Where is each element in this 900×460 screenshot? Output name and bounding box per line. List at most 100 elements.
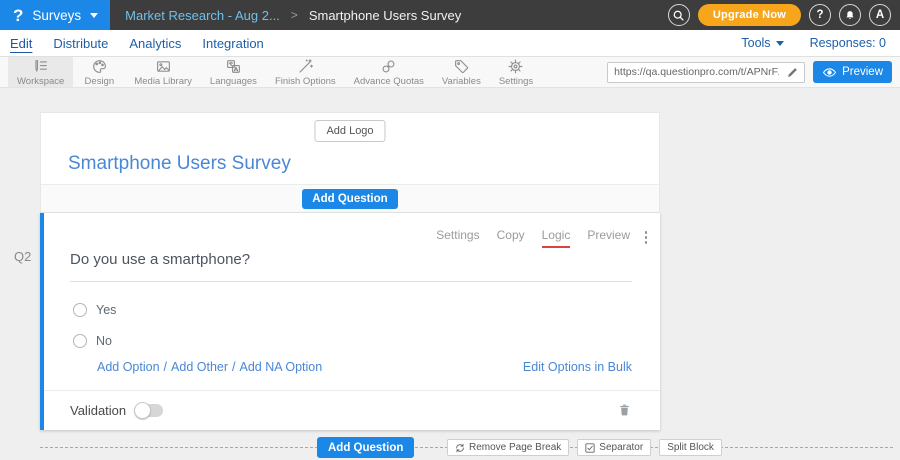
add-question-button-top[interactable]: Add Question xyxy=(302,189,397,209)
option-actions-row: Add Option / Add Other / Add NA Option E… xyxy=(97,360,632,374)
add-na-option-link[interactable]: Add NA Option xyxy=(240,360,323,374)
survey-title[interactable]: Smartphone Users Survey xyxy=(68,153,291,175)
survey-canvas: Q2 Add Logo Smartphone Users Survey Add … xyxy=(0,88,900,460)
section-nav: Edit Distribute Analytics Integration To… xyxy=(0,30,900,57)
toolbar-item-design[interactable]: Design xyxy=(73,57,125,87)
radio-button[interactable] xyxy=(73,334,87,348)
breadcrumb-current: Smartphone Users Survey xyxy=(309,8,461,23)
survey-header: Add Logo Smartphone Users Survey Add Que… xyxy=(40,112,660,213)
search-button[interactable] xyxy=(668,4,690,26)
question-footer: Validation xyxy=(70,399,632,421)
tab-distribute[interactable]: Distribute xyxy=(53,36,108,51)
link-separator: / xyxy=(232,360,235,374)
question-more-menu[interactable] xyxy=(643,229,650,246)
answer-option-label[interactable]: Yes xyxy=(96,303,116,317)
remove-page-break-label: Remove Page Break xyxy=(469,442,561,453)
dot xyxy=(645,236,648,239)
tab-analytics[interactable]: Analytics xyxy=(129,36,181,51)
caret-down-icon xyxy=(776,41,784,46)
remove-page-break-button[interactable]: Remove Page Break xyxy=(447,439,569,456)
tools-label: Tools xyxy=(741,36,770,50)
separator-button[interactable]: Separator xyxy=(577,439,651,456)
question-tab-logic[interactable]: Logic xyxy=(542,228,571,248)
edit-options-in-bulk-link[interactable]: Edit Options in Bulk xyxy=(523,360,632,374)
validation-label: Validation xyxy=(70,403,126,418)
question-tabs: Settings Copy Logic Preview xyxy=(436,228,630,248)
toolbar-item-label: Design xyxy=(85,76,115,87)
toolbar-item-finish-options[interactable]: Finish Options xyxy=(266,57,345,87)
toolbar-item-workspace[interactable]: Workspace xyxy=(8,57,73,87)
translate-icon xyxy=(225,58,242,75)
survey-card: Add Logo Smartphone Users Survey Add Que… xyxy=(40,112,660,430)
dot xyxy=(645,231,648,234)
upgrade-now-button[interactable]: Upgrade Now xyxy=(698,4,801,26)
question-text[interactable]: Do you use a smartphone? xyxy=(70,251,632,282)
page-break-row: Add Question Remove Page Break Separator xyxy=(40,437,893,459)
survey-url-input[interactable] xyxy=(608,66,781,78)
survey-url-box xyxy=(607,62,805,83)
search-icon xyxy=(672,9,685,22)
tag-icon xyxy=(453,58,470,75)
navbar-right: Tools Responses: 0 xyxy=(741,36,890,50)
toolbar-right: Preview xyxy=(607,57,900,87)
question-block: Settings Copy Logic Preview Do you use a… xyxy=(40,213,660,430)
toolbar-item-label: Settings xyxy=(499,76,533,87)
product-switcher[interactable]: ? Surveys xyxy=(0,0,110,30)
answer-option-row: Yes xyxy=(73,303,116,317)
separator-label: Separator xyxy=(599,442,643,453)
question-tab-settings[interactable]: Settings xyxy=(436,228,479,248)
responses-count[interactable]: Responses: 0 xyxy=(810,36,886,50)
add-question-button-bottom[interactable]: Add Question xyxy=(317,437,414,458)
toolbar-item-label: Workspace xyxy=(17,76,64,87)
question-tab-preview[interactable]: Preview xyxy=(587,228,630,248)
question-footer-divider xyxy=(44,390,660,391)
toolbar-item-advance-quotas[interactable]: Advance Quotas xyxy=(345,57,433,87)
image-icon xyxy=(155,58,172,75)
add-logo-button[interactable]: Add Logo xyxy=(314,120,385,142)
breadcrumb-parent[interactable]: Market Research - Aug 2... xyxy=(125,8,280,23)
toggle-knob xyxy=(134,402,151,419)
preview-label: Preview xyxy=(842,66,883,78)
gear-icon xyxy=(507,58,524,75)
eye-icon xyxy=(822,67,837,78)
toolbar-item-variables[interactable]: Variables xyxy=(433,57,490,87)
notifications-button[interactable] xyxy=(839,4,861,26)
toolbar-item-languages[interactable]: Languages xyxy=(201,57,266,87)
split-block-button[interactable]: Split Block xyxy=(659,439,722,456)
preview-button[interactable]: Preview xyxy=(813,61,892,83)
dot xyxy=(645,241,648,244)
account-avatar[interactable]: A xyxy=(869,4,891,26)
editor-toolbar: Workspace Design Media Library xyxy=(0,57,900,88)
question-mark-icon: ? xyxy=(816,9,823,21)
breadcrumb-separator: > xyxy=(291,8,298,22)
add-other-link[interactable]: Add Other xyxy=(171,360,228,374)
delete-question-button[interactable] xyxy=(617,402,632,418)
toolbar-item-settings[interactable]: Settings xyxy=(490,57,542,87)
validation-toggle[interactable] xyxy=(136,404,163,417)
toolbar-item-label: Variables xyxy=(442,76,481,87)
tab-integration[interactable]: Integration xyxy=(202,36,263,51)
edit-url-button[interactable] xyxy=(781,66,804,79)
pencil-icon xyxy=(786,66,799,79)
tab-edit[interactable]: Edit xyxy=(10,36,32,51)
answer-option-label[interactable]: No xyxy=(96,334,112,348)
help-button[interactable]: ? xyxy=(809,4,831,26)
question-tab-copy[interactable]: Copy xyxy=(497,228,525,248)
add-option-link[interactable]: Add Option xyxy=(97,360,160,374)
answer-option-row: No xyxy=(73,334,112,348)
avatar-initial: A xyxy=(876,9,884,21)
split-block-label: Split Block xyxy=(667,442,714,453)
refresh-icon xyxy=(455,443,465,453)
tools-menu[interactable]: Tools xyxy=(741,36,783,50)
add-question-strip: Add Question xyxy=(41,184,659,212)
trash-icon xyxy=(617,402,632,418)
workspace-icon xyxy=(32,58,49,75)
questionpro-logo-icon: ? xyxy=(13,7,23,24)
magic-wand-icon xyxy=(297,58,314,75)
design-palette-icon xyxy=(91,58,108,75)
toolbar-item-media-library[interactable]: Media Library xyxy=(125,57,201,87)
toolbar-item-label: Finish Options xyxy=(275,76,336,87)
checkbox-checked-icon xyxy=(585,443,595,453)
toolbar-item-label: Advance Quotas xyxy=(354,76,424,87)
radio-button[interactable] xyxy=(73,303,87,317)
